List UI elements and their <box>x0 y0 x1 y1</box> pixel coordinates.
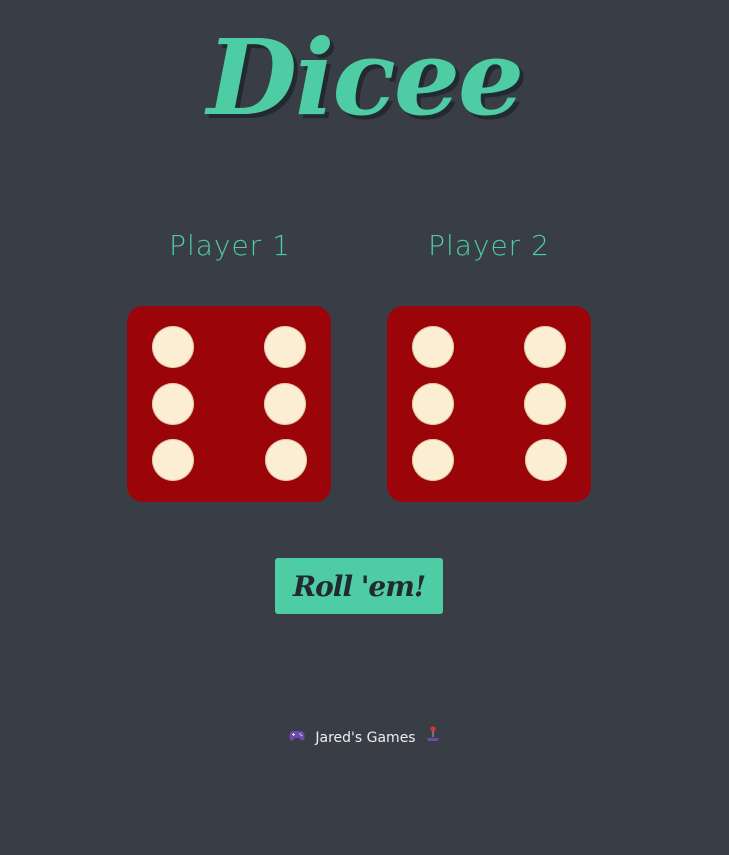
die-pip <box>264 326 306 368</box>
game-controller-icon <box>289 724 305 752</box>
die-pip <box>525 439 567 481</box>
die-pip <box>152 326 194 368</box>
footer-text: Jared's Games <box>315 730 416 746</box>
player-2-label: Player 2 <box>428 229 550 262</box>
roll-button[interactable]: Roll 'em! <box>275 558 443 614</box>
die-pip <box>265 439 307 481</box>
page-title: Dicee <box>206 16 524 139</box>
die-pip <box>152 383 194 425</box>
player-2-die <box>387 306 591 502</box>
joystick-icon <box>426 724 440 752</box>
die-pip <box>152 439 194 481</box>
footer: Jared's Games <box>0 724 729 752</box>
die-pip <box>524 383 566 425</box>
die-pip <box>412 326 454 368</box>
die-pip <box>412 439 454 481</box>
die-pip <box>524 326 566 368</box>
die-pip <box>264 383 306 425</box>
player-1-die <box>127 306 331 502</box>
die-pip <box>412 383 454 425</box>
player-1-label: Player 1 <box>169 229 291 262</box>
